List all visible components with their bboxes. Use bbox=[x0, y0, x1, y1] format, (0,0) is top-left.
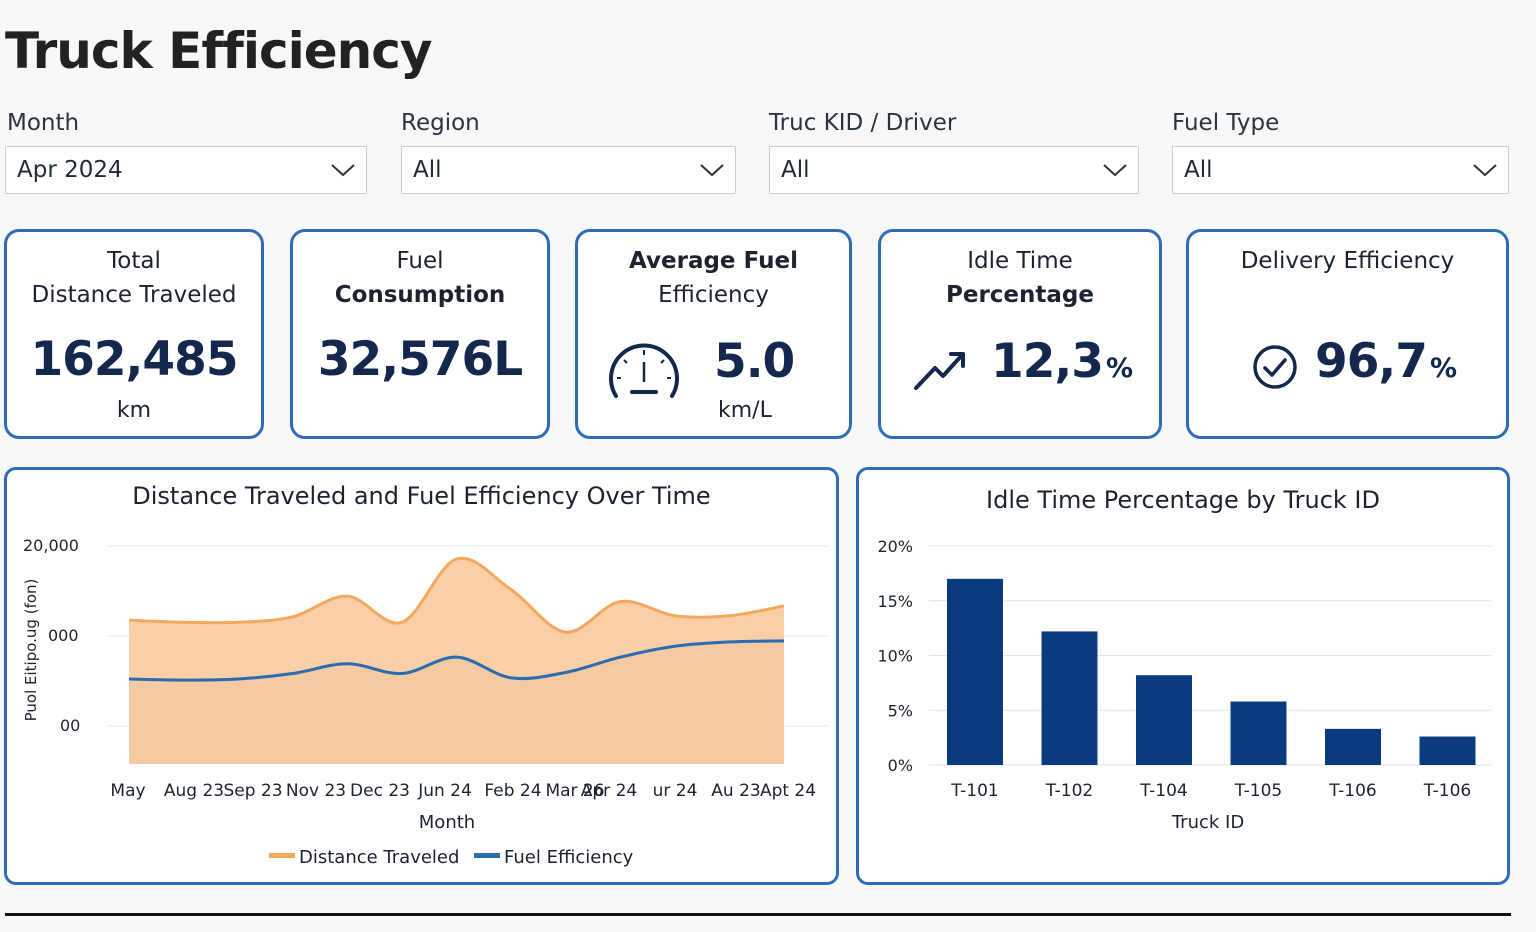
kpi-value-suffix: % bbox=[1429, 353, 1457, 384]
truck-dropdown[interactable]: All bbox=[769, 146, 1139, 194]
truck-filter: Truc KID / Driver All bbox=[769, 108, 1139, 194]
distance-traveled-area bbox=[129, 558, 784, 764]
kpi-idle-time-percentage[interactable]: Idle Time Percentage 12,3% bbox=[878, 229, 1162, 439]
kpi-value-number: 12,3 bbox=[991, 334, 1104, 389]
x-tick-label: Nov 23 bbox=[286, 781, 346, 801]
bottom-divider bbox=[5, 913, 1511, 916]
kpi-title: Idle Time Percentage bbox=[881, 244, 1159, 312]
x-tick-label: Jun 24 bbox=[417, 781, 472, 801]
bar-T-106[interactable] bbox=[1419, 736, 1476, 765]
fuel-filter: Fuel Type All bbox=[1172, 108, 1509, 194]
month-dropdown-value: Apr 2024 bbox=[17, 157, 123, 183]
x-tick-label: Dec 23 bbox=[350, 781, 410, 801]
kpi-delivery-efficiency[interactable]: Delivery Efficiency 96,7% bbox=[1186, 229, 1509, 439]
x-tick-label: T-101 bbox=[950, 781, 998, 801]
kpi-title-line1: Fuel bbox=[396, 248, 444, 274]
y-tick-label: 00 bbox=[60, 716, 80, 735]
kpi-title: Delivery Efficiency bbox=[1240, 248, 1455, 274]
legend-label-fuel: Fuel Efficiency bbox=[504, 847, 634, 868]
kpi-title: Average Fuel Efficiency bbox=[578, 244, 849, 312]
x-tick-label: Au 23 bbox=[711, 781, 760, 801]
x-axis-label: Truck ID bbox=[1171, 812, 1244, 833]
x-tick-label: T-105 bbox=[1234, 781, 1282, 801]
kpi-title-line2: Distance Traveled bbox=[31, 282, 237, 308]
kpi-value: 5.0 bbox=[714, 334, 795, 389]
y-tick-label: 0% bbox=[888, 756, 913, 775]
idle-time-chart-panel: Idle Time Percentage by Truck ID 20% 15% 1… bbox=[856, 467, 1510, 885]
fuel-filter-label: Fuel Type bbox=[1172, 110, 1280, 136]
fuel-dropdown-value: All bbox=[1184, 157, 1213, 183]
chevron-down-icon bbox=[700, 164, 724, 177]
x-tick-label: ur 24 bbox=[653, 781, 698, 801]
legend-swatch-distance bbox=[269, 853, 295, 858]
kpi-fuel-consumption[interactable]: Fuel Consumption 32,576L bbox=[290, 229, 550, 439]
trend-up-icon bbox=[914, 352, 965, 390]
x-tick-label: Sep 23 bbox=[223, 781, 282, 801]
y-axis-label: Puol Eitipo.ug (fon) bbox=[22, 579, 40, 722]
bar-T-105[interactable] bbox=[1230, 701, 1287, 765]
chevron-down-icon bbox=[1473, 164, 1497, 177]
kpi-title: Fuel Consumption bbox=[293, 244, 547, 312]
x-axis-label: Month bbox=[419, 812, 475, 833]
bar-T-104[interactable] bbox=[1136, 675, 1192, 765]
kpi-unit: km bbox=[116, 398, 152, 423]
x-tick-label: T-106 bbox=[1328, 781, 1376, 801]
x-tick-label: Apr 24 bbox=[581, 781, 637, 801]
legend-label-distance: Distance Traveled bbox=[299, 847, 459, 868]
fuel-dropdown[interactable]: All bbox=[1172, 146, 1509, 194]
kpi-title-line2: Consumption bbox=[334, 282, 506, 308]
x-tick-label: T-102 bbox=[1045, 781, 1093, 801]
bar-T-106[interactable] bbox=[1325, 728, 1381, 765]
kpi-total-distance[interactable]: Total Distance Traveled 162,485 km bbox=[4, 229, 264, 439]
y-tick-label: 10% bbox=[877, 647, 913, 666]
month-dropdown[interactable]: Apr 2024 bbox=[5, 146, 367, 194]
kpi-title-line1: Idle Time bbox=[967, 248, 1073, 274]
kpi-average-fuel-efficiency[interactable]: Average Fuel Efficiency 5.0 km/L bbox=[575, 229, 852, 439]
legend-swatch-fuel bbox=[474, 853, 500, 858]
check-circle-icon bbox=[1253, 345, 1297, 389]
x-tick-label: T-106 bbox=[1423, 781, 1471, 801]
x-tick-label: May bbox=[110, 781, 145, 801]
truck-dropdown-value: All bbox=[781, 157, 810, 183]
kpi-title: Total Distance Traveled bbox=[7, 244, 261, 312]
kpi-unit: km/L bbox=[718, 398, 772, 423]
y-tick-label: 000 bbox=[48, 626, 79, 645]
idle-time-bar-chart: 20% 15% 10% 5% 0% T-101 T-102 T-104 T-105 T-106 T… bbox=[877, 537, 1491, 833]
x-tick-label: Apt 24 bbox=[760, 781, 816, 801]
region-dropdown[interactable]: All bbox=[401, 146, 736, 194]
kpi-value: 162,485 bbox=[30, 332, 238, 387]
chart-grid bbox=[929, 545, 1491, 766]
page-title: Truck Efficiency bbox=[5, 22, 432, 80]
region-filter: Region All bbox=[401, 108, 736, 194]
month-filter-label: Month bbox=[7, 110, 80, 136]
y-tick-label: 5% bbox=[888, 701, 913, 720]
bar-T-101[interactable] bbox=[947, 578, 1003, 765]
kpi-title-line2: Efficiency bbox=[658, 282, 769, 308]
kpi-value: 96,7% bbox=[1315, 334, 1457, 389]
bar-T-102[interactable] bbox=[1041, 631, 1098, 765]
chevron-down-icon bbox=[331, 164, 355, 177]
kpi-value: 12,3% bbox=[991, 334, 1133, 389]
chevron-down-icon bbox=[1103, 164, 1127, 177]
x-tick-label: Aug 23 bbox=[164, 781, 224, 801]
truck-filter-label: Truc KID / Driver bbox=[769, 110, 957, 136]
y-tick-label: 20% bbox=[877, 537, 913, 556]
kpi-value-suffix: % bbox=[1105, 353, 1133, 384]
kpi-value-number: 96,7 bbox=[1315, 334, 1428, 389]
distance-fuel-chart-panel: Distance Traveled and Fuel Efficiency Ov… bbox=[4, 467, 839, 885]
distance-fuel-area-chart: 20,00000000 May Aug 23 Sep 23 Nov 23 Dec 23 J… bbox=[22, 536, 827, 868]
region-filter-label: Region bbox=[401, 110, 480, 136]
region-dropdown-value: All bbox=[413, 157, 442, 183]
month-filter: Month Apr 2024 bbox=[5, 108, 367, 194]
y-tick-label: 20,000 bbox=[23, 536, 79, 555]
kpi-title-line1: Average Fuel bbox=[629, 248, 798, 274]
kpi-title-line1: Total bbox=[107, 248, 161, 274]
x-tick-label: Feb 24 bbox=[484, 781, 541, 801]
kpi-title-line2: Percentage bbox=[946, 282, 1094, 308]
speedometer-icon bbox=[609, 343, 679, 398]
y-tick-label: 15% bbox=[877, 592, 913, 611]
kpi-value: 32,576L bbox=[317, 332, 523, 387]
x-tick-label: T-104 bbox=[1139, 781, 1187, 801]
